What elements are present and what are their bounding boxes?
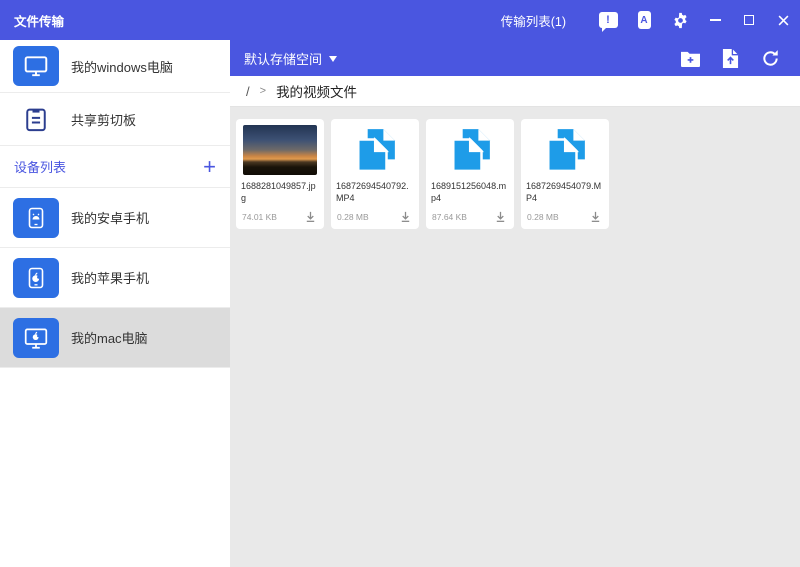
minimize-icon [709,19,721,21]
breadcrumb-root[interactable]: / [246,84,250,99]
folder-plus-icon [680,51,700,67]
close-button[interactable] [766,0,800,40]
minimize-button[interactable] [698,0,732,40]
sidebar-item-label: 我的mac电脑 [71,331,148,346]
download-icon [496,211,505,222]
close-icon [778,15,788,25]
file-card[interactable]: 1688281049857.jpg 74.01 KB [236,119,324,229]
add-device-button[interactable]: + [203,155,216,178]
file-footer: 0.28 MB [331,209,419,229]
sidebar-item-apple-phone[interactable]: 我的苹果手机 [0,248,230,308]
video-file-icon [452,129,490,173]
file-size: 74.01 KB [242,211,277,222]
upload-file-button[interactable] [710,40,750,76]
feedback-bubble-icon: ! [598,12,618,32]
download-icon [401,211,410,222]
titlebar-actions: 传输列表(1) ! A [501,0,800,40]
sidebar-item-android-phone[interactable]: 我的安卓手机 [0,188,230,248]
image-thumbnail [243,125,317,175]
file-name: 1688281049857.jpg [241,181,316,203]
sidebar-item-label: 我的苹果手机 [71,271,150,286]
sidebar-item-my-computer[interactable]: 我的windows电脑 [0,40,230,93]
file-name: 16872694540792.MP4 [336,181,409,203]
breadcrumb-separator-icon: > [259,85,267,97]
sidebar-item-shared-clipboard[interactable]: 共享剪切板 [0,93,230,146]
file-size: 0.28 MB [527,211,559,222]
breadcrumb-current-folder: 我的视频文件 [276,85,358,100]
new-folder-button[interactable] [670,40,710,76]
clipboard-icon [13,99,59,139]
main-panel: 默认存储空间 / > 我的视频文件 1688281049857.jpg 74.0… [230,40,800,567]
file-footer: 74.01 KB [236,209,324,229]
breadcrumb: / > 我的视频文件 [230,76,800,107]
windows-computer-icon [13,46,59,86]
file-media [426,119,514,181]
storage-toolbar: 默认存储空间 [230,40,800,76]
download-button[interactable] [398,209,413,224]
sidebar-empty-space [0,368,230,567]
android-phone-icon [13,197,59,238]
video-file-icon [357,129,395,173]
window-body: 我的windows电脑 共享剪切板 设备列表 + 我的安卓手机 我的苹果手机 我… [0,40,800,567]
refresh-icon [762,49,778,66]
file-footer: 87.64 KB [426,209,514,229]
settings-button[interactable] [662,0,698,40]
sidebar-item-mac-computer[interactable]: 我的mac电脑 [0,308,230,368]
file-size: 0.28 MB [337,211,369,222]
file-footer: 0.28 MB [521,209,609,229]
download-icon [591,211,600,222]
video-file-icon [547,129,585,173]
file-size: 87.64 KB [432,211,467,222]
download-icon [306,211,315,222]
toolbar-actions [670,40,790,76]
file-card[interactable]: 1689151256048.mp4 87.64 KB [426,119,514,229]
file-media [331,119,419,181]
feedback-button[interactable]: ! [590,0,626,40]
file-transfer-window: 文件传输 传输列表(1) ! A 我的windows电脑 共享剪切板 设备列表 … [0,0,800,567]
feedback-glyph: ! [606,14,610,26]
sidebar-item-label: 共享剪切板 [71,112,137,128]
transfer-list-button[interactable]: 传输列表(1) [501,11,566,30]
file-upload-icon [722,48,738,68]
file-card[interactable]: 16872694540792.MP4 0.28 MB [331,119,419,229]
file-media [521,119,609,181]
download-button[interactable] [303,209,318,224]
refresh-button[interactable] [750,40,790,76]
titlebar: 文件传输 传输列表(1) ! A [0,0,800,40]
file-name: 1689151256048.mp4 [431,181,507,203]
storage-selector-label: 默认存储空间 [244,51,323,67]
maximize-button[interactable] [732,0,766,40]
download-button[interactable] [588,209,603,224]
mac-computer-icon [13,317,59,358]
sidebar-item-label: 我的windows电脑 [71,59,173,75]
phone-app-glyph: A [640,14,648,26]
maximize-icon [744,15,754,25]
device-list-title: 设备列表 [14,160,67,175]
sidebar: 我的windows电脑 共享剪切板 设备列表 + 我的安卓手机 我的苹果手机 我… [0,40,230,567]
download-button[interactable] [493,209,508,224]
sidebar-item-label: 我的安卓手机 [71,211,150,226]
device-list-header: 设备列表 + [0,146,230,188]
storage-selector[interactable]: 默认存储空间 [244,49,338,68]
gear-icon [673,12,687,28]
chevron-down-icon [329,56,338,66]
phone-app-icon: A [637,11,651,29]
phone-app-button[interactable]: A [626,0,662,40]
file-card[interactable]: 1687269454079.MP4 0.28 MB [521,119,609,229]
apple-phone-icon [13,257,59,298]
file-grid: 1688281049857.jpg 74.01 KB 1687269454079… [230,107,800,567]
file-media [236,119,324,181]
app-title: 文件传输 [14,14,65,29]
file-name: 1687269454079.MP4 [526,181,602,203]
